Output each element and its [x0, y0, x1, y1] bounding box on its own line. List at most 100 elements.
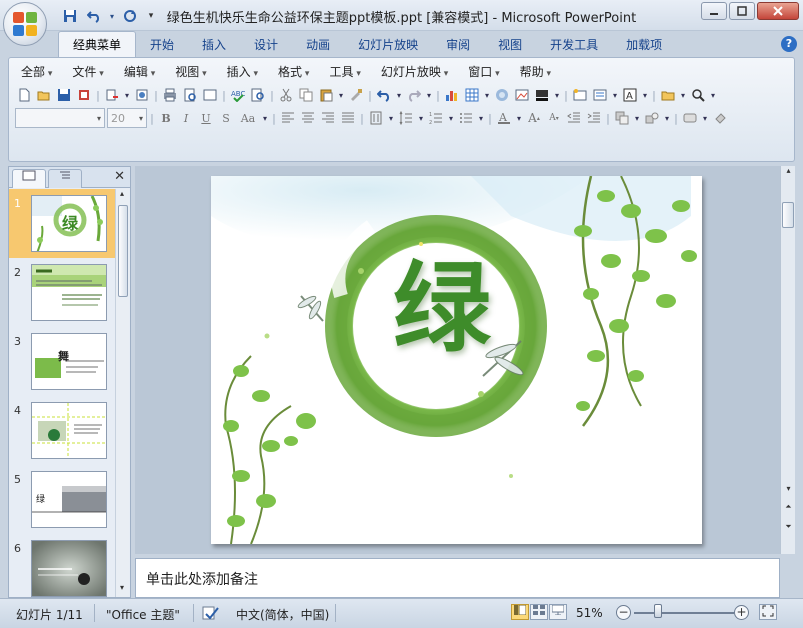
- increase-indent-icon[interactable]: [585, 109, 603, 127]
- change-case-button[interactable]: Aa: [237, 109, 259, 127]
- tab-slides[interactable]: [12, 169, 46, 188]
- chevron-down-icon[interactable]: ▾: [611, 86, 619, 104]
- tab-review[interactable]: 审阅: [432, 33, 484, 57]
- close-button[interactable]: [757, 2, 799, 20]
- justify-icon[interactable]: [339, 109, 357, 127]
- save-icon[interactable]: [55, 86, 73, 104]
- tab-slideshow[interactable]: 幻灯片放映: [344, 33, 432, 57]
- menu-format[interactable]: 格式: [270, 63, 317, 81]
- slides-pane-scrollbar[interactable]: ▴ ▾: [115, 189, 129, 597]
- scroll-up-arrow[interactable]: ▴: [116, 189, 128, 203]
- chevron-down-icon[interactable]: ▾: [261, 109, 269, 127]
- tab-animations[interactable]: 动画: [292, 33, 344, 57]
- print-preview-icon[interactable]: [181, 86, 199, 104]
- close-icon[interactable]: ✕: [114, 169, 125, 184]
- language-indicator[interactable]: 中文(简体，中国): [236, 606, 329, 623]
- picture-icon[interactable]: [513, 86, 531, 104]
- chevron-down-icon[interactable]: ▾: [553, 86, 561, 104]
- maximize-button[interactable]: [729, 2, 755, 20]
- menu-edit[interactable]: 编辑: [116, 63, 163, 81]
- text-direction-icon[interactable]: [367, 109, 385, 127]
- menu-view[interactable]: 视图: [167, 63, 214, 81]
- menu-all[interactable]: 全部: [13, 63, 60, 81]
- chevron-down-icon[interactable]: ▾: [641, 86, 649, 104]
- next-slide-button[interactable]: ⏷: [781, 522, 796, 536]
- underline-button[interactable]: U: [197, 109, 215, 127]
- normal-view-button[interactable]: [511, 604, 529, 620]
- tab-design[interactable]: 设计: [240, 33, 292, 57]
- paste-icon[interactable]: [317, 86, 335, 104]
- cut-icon[interactable]: [277, 86, 295, 104]
- shadow-button[interactable]: S: [217, 109, 235, 127]
- new-slide-icon[interactable]: [571, 86, 589, 104]
- align-right-icon[interactable]: [319, 109, 337, 127]
- scroll-down-arrow[interactable]: ▾: [781, 484, 796, 498]
- font-size-select[interactable]: 20 ▾: [107, 108, 147, 128]
- font-name-select[interactable]: ▾: [15, 108, 105, 128]
- tab-outline[interactable]: [48, 169, 82, 188]
- fit-window-button[interactable]: [759, 604, 777, 620]
- publish-icon[interactable]: [133, 86, 151, 104]
- spelling-icon[interactable]: ABC: [229, 86, 247, 104]
- scroll-up-arrow[interactable]: ▴: [781, 166, 796, 180]
- italic-button[interactable]: I: [177, 109, 195, 127]
- align-center-icon[interactable]: [299, 109, 317, 127]
- slide-title-char[interactable]: 绿: [393, 260, 491, 358]
- office-button[interactable]: [3, 2, 47, 46]
- chevron-down-icon[interactable]: ▾: [483, 86, 491, 104]
- chevron-down-icon[interactable]: ▾: [337, 86, 345, 104]
- scrollbar-thumb[interactable]: [782, 202, 794, 228]
- menu-tools[interactable]: 工具: [321, 63, 368, 81]
- slide-thumbnail-5[interactable]: 5 绿: [9, 465, 116, 534]
- slide-canvas-area[interactable]: 绿: [135, 166, 780, 554]
- grow-font-icon[interactable]: A ▴: [525, 109, 543, 127]
- scrollbar-thumb[interactable]: [118, 205, 128, 297]
- zoom-slider-handle[interactable]: [654, 604, 662, 618]
- new-icon[interactable]: [15, 86, 33, 104]
- fill-color-icon[interactable]: [533, 86, 551, 104]
- slide-thumbnail-4[interactable]: 4: [9, 396, 116, 465]
- chart-icon[interactable]: [443, 86, 461, 104]
- align-left-icon[interactable]: [279, 109, 297, 127]
- tab-insert[interactable]: 插入: [188, 33, 240, 57]
- current-slide[interactable]: 绿: [211, 176, 702, 544]
- slide-thumbnail-3[interactable]: 3 舞: [9, 327, 116, 396]
- bullets-icon[interactable]: [457, 109, 475, 127]
- chevron-down-icon[interactable]: ▾: [515, 109, 523, 127]
- open-icon[interactable]: [35, 86, 53, 104]
- menu-window[interactable]: 窗口: [460, 63, 507, 81]
- chevron-down-icon[interactable]: ▾: [417, 109, 425, 127]
- notes-pane[interactable]: 单击此处添加备注: [135, 558, 780, 598]
- tab-developer[interactable]: 开发工具: [536, 33, 612, 57]
- tab-classic-menu[interactable]: 经典菜单: [58, 31, 137, 57]
- slide-scrollbar[interactable]: ▴ ▾ ⏶ ⏷: [780, 166, 795, 554]
- chevron-down-icon[interactable]: ▾: [701, 109, 709, 127]
- page-view-icon[interactable]: [201, 86, 219, 104]
- numbering-icon[interactable]: 12: [427, 109, 445, 127]
- zoom-out-button[interactable]: −: [616, 605, 631, 620]
- table-icon[interactable]: [463, 86, 481, 104]
- zoom-search-icon[interactable]: [689, 86, 707, 104]
- tab-home[interactable]: 开始: [136, 33, 188, 57]
- menu-file[interactable]: 文件: [64, 63, 111, 81]
- scroll-down-arrow[interactable]: ▾: [116, 583, 128, 597]
- chevron-down-icon[interactable]: ▾: [123, 86, 131, 104]
- textbox-icon[interactable]: A: [621, 86, 639, 104]
- clipart-icon[interactable]: [493, 86, 511, 104]
- zoom-level[interactable]: 51%: [576, 606, 603, 620]
- notes-placeholder[interactable]: 单击此处添加备注: [146, 569, 258, 589]
- chevron-down-icon[interactable]: ▾: [709, 86, 717, 104]
- slide-thumbnail-1[interactable]: 1 绿: [9, 189, 116, 258]
- menu-insert[interactable]: 插入: [219, 63, 266, 81]
- chevron-down-icon[interactable]: ▾: [633, 109, 641, 127]
- redo-icon[interactable]: [405, 86, 423, 104]
- line-spacing-icon[interactable]: [397, 109, 415, 127]
- chevron-down-icon[interactable]: ▾: [447, 109, 455, 127]
- chevron-down-icon[interactable]: ▾: [663, 109, 671, 127]
- menu-slideshow[interactable]: 幻灯片放映: [373, 63, 456, 81]
- copy-icon[interactable]: [297, 86, 315, 104]
- undo-icon[interactable]: [375, 86, 393, 104]
- format-painter-icon[interactable]: [347, 86, 365, 104]
- zoom-slider-track[interactable]: [634, 612, 734, 614]
- slide-thumbnail-2[interactable]: 2: [9, 258, 116, 327]
